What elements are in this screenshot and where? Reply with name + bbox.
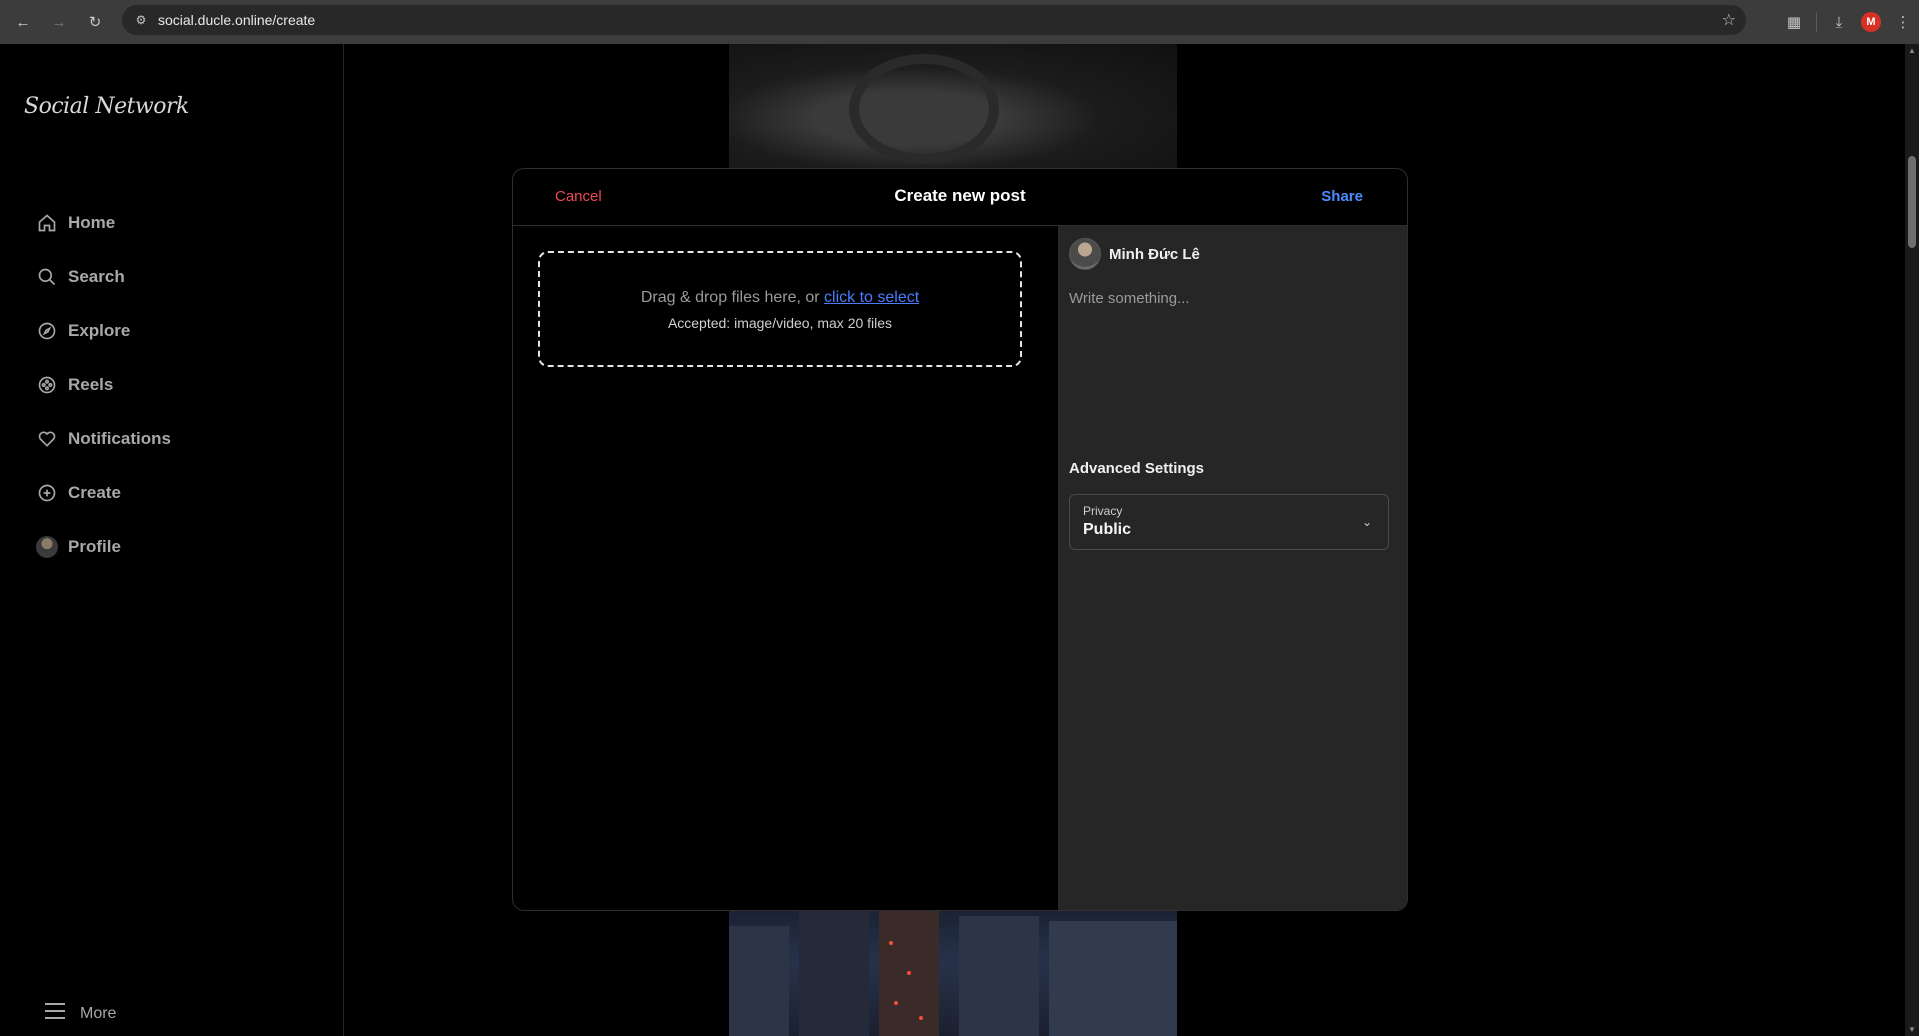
- sidebar-item-create[interactable]: Create: [36, 478, 121, 508]
- sidebar-item-reels[interactable]: Reels: [36, 370, 113, 400]
- privacy-value: Public: [1083, 521, 1132, 538]
- address-bar[interactable]: ⚙ social.ducle.online/create ☆: [122, 5, 1746, 35]
- modal-body: Drag & drop files here, or click to sele…: [513, 226, 1407, 910]
- back-icon[interactable]: ←: [10, 9, 36, 35]
- app-logo[interactable]: Social Network: [24, 94, 189, 119]
- sidebar-item-search[interactable]: Search: [36, 262, 125, 292]
- create-post-modal: Cancel Create new post Share Drag & drop…: [512, 168, 1408, 911]
- profile-avatar-icon: [36, 536, 58, 558]
- scroll-up-icon[interactable]: ▲: [1908, 46, 1916, 55]
- feed-post-image: [729, 911, 1177, 1036]
- toolbar-divider: [1816, 12, 1817, 32]
- avatar: [36, 536, 58, 558]
- hamburger-icon: [44, 1002, 66, 1025]
- modal-title: Create new post: [894, 186, 1026, 205]
- sidebar-item-label: Reels: [68, 375, 114, 394]
- url-text[interactable]: social.ducle.online/create: [158, 12, 315, 28]
- bookmark-star-icon[interactable]: ☆: [1722, 10, 1736, 30]
- dropzone-text: Drag & drop files here, or click to sele…: [540, 289, 1020, 307]
- site-info-icon[interactable]: ⚙: [130, 9, 152, 31]
- browser-toolbar: ← → ↻ ⚙ social.ducle.online/create ☆ ▦ ⤓…: [0, 0, 1919, 44]
- chevron-down-icon: ⌄: [1361, 515, 1372, 529]
- sidebar-item-label: Home: [68, 213, 116, 232]
- page-scrollbar[interactable]: ▲ ▼: [1905, 44, 1919, 1036]
- scroll-down-icon[interactable]: ▼: [1908, 1025, 1916, 1034]
- sidebar: Social Network Home Search Explore Reels…: [0, 44, 344, 1036]
- heart-icon: [36, 428, 58, 450]
- reload-icon[interactable]: ↻: [82, 9, 108, 35]
- feed-post-image: [729, 44, 1177, 168]
- sidebar-item-profile[interactable]: Profile: [36, 532, 121, 562]
- plus-circle-icon: [36, 482, 58, 504]
- sidebar-item-label: Explore: [68, 321, 131, 340]
- media-pane: Drag & drop files here, or click to sele…: [513, 226, 1058, 910]
- author-name: Minh Đức Lê: [1109, 245, 1200, 263]
- dropzone-instruction: Drag & drop files here, or: [640, 289, 820, 306]
- details-pane: Minh Đức Lê Advanced Settings Privacy Pu…: [1058, 226, 1407, 910]
- sidebar-item-explore[interactable]: Explore: [36, 316, 130, 346]
- home-icon: [36, 212, 58, 234]
- share-button[interactable]: Share: [1321, 188, 1363, 205]
- sidebar-item-label: Search: [68, 267, 125, 286]
- download-icon[interactable]: ⤓: [1823, 6, 1855, 38]
- scroll-thumb[interactable]: [1908, 156, 1916, 248]
- toolbar-actions: ▦ ⤓ M ⋮: [1778, 0, 1919, 44]
- file-dropzone[interactable]: Drag & drop files here, or click to sele…: [538, 251, 1022, 367]
- image-content: [849, 54, 999, 164]
- privacy-label: Privacy: [1083, 504, 1123, 518]
- more-button[interactable]: More: [44, 1002, 116, 1025]
- extensions-icon[interactable]: ▦: [1778, 6, 1810, 38]
- sidebar-item-notifications[interactable]: Notifications: [36, 424, 171, 454]
- author-row: Minh Đức Lê: [1069, 238, 1200, 270]
- forward-icon[interactable]: →: [46, 9, 72, 35]
- profile-initial: M: [1861, 12, 1881, 32]
- privacy-select[interactable]: Privacy Public ⌄: [1069, 494, 1389, 550]
- menu-kebab-icon[interactable]: ⋮: [1887, 6, 1919, 38]
- reels-icon: [36, 374, 58, 396]
- caption-input[interactable]: [1069, 290, 1389, 440]
- sidebar-item-label: Create: [68, 483, 121, 502]
- click-to-select-link[interactable]: click to select: [824, 289, 919, 306]
- avatar: [1069, 238, 1101, 270]
- sidebar-item-label: Notifications: [68, 429, 171, 448]
- profile-avatar[interactable]: M: [1855, 6, 1887, 38]
- dropzone-accepted-info: Accepted: image/video, max 20 files: [667, 315, 893, 331]
- modal-header: Cancel Create new post Share: [513, 169, 1407, 226]
- more-label: More: [80, 1004, 117, 1022]
- sidebar-item-home[interactable]: Home: [36, 208, 115, 238]
- search-icon: [36, 266, 58, 288]
- compass-icon: [36, 320, 58, 342]
- sidebar-item-label: Profile: [68, 537, 121, 556]
- advanced-settings-title: Advanced Settings: [1069, 460, 1205, 477]
